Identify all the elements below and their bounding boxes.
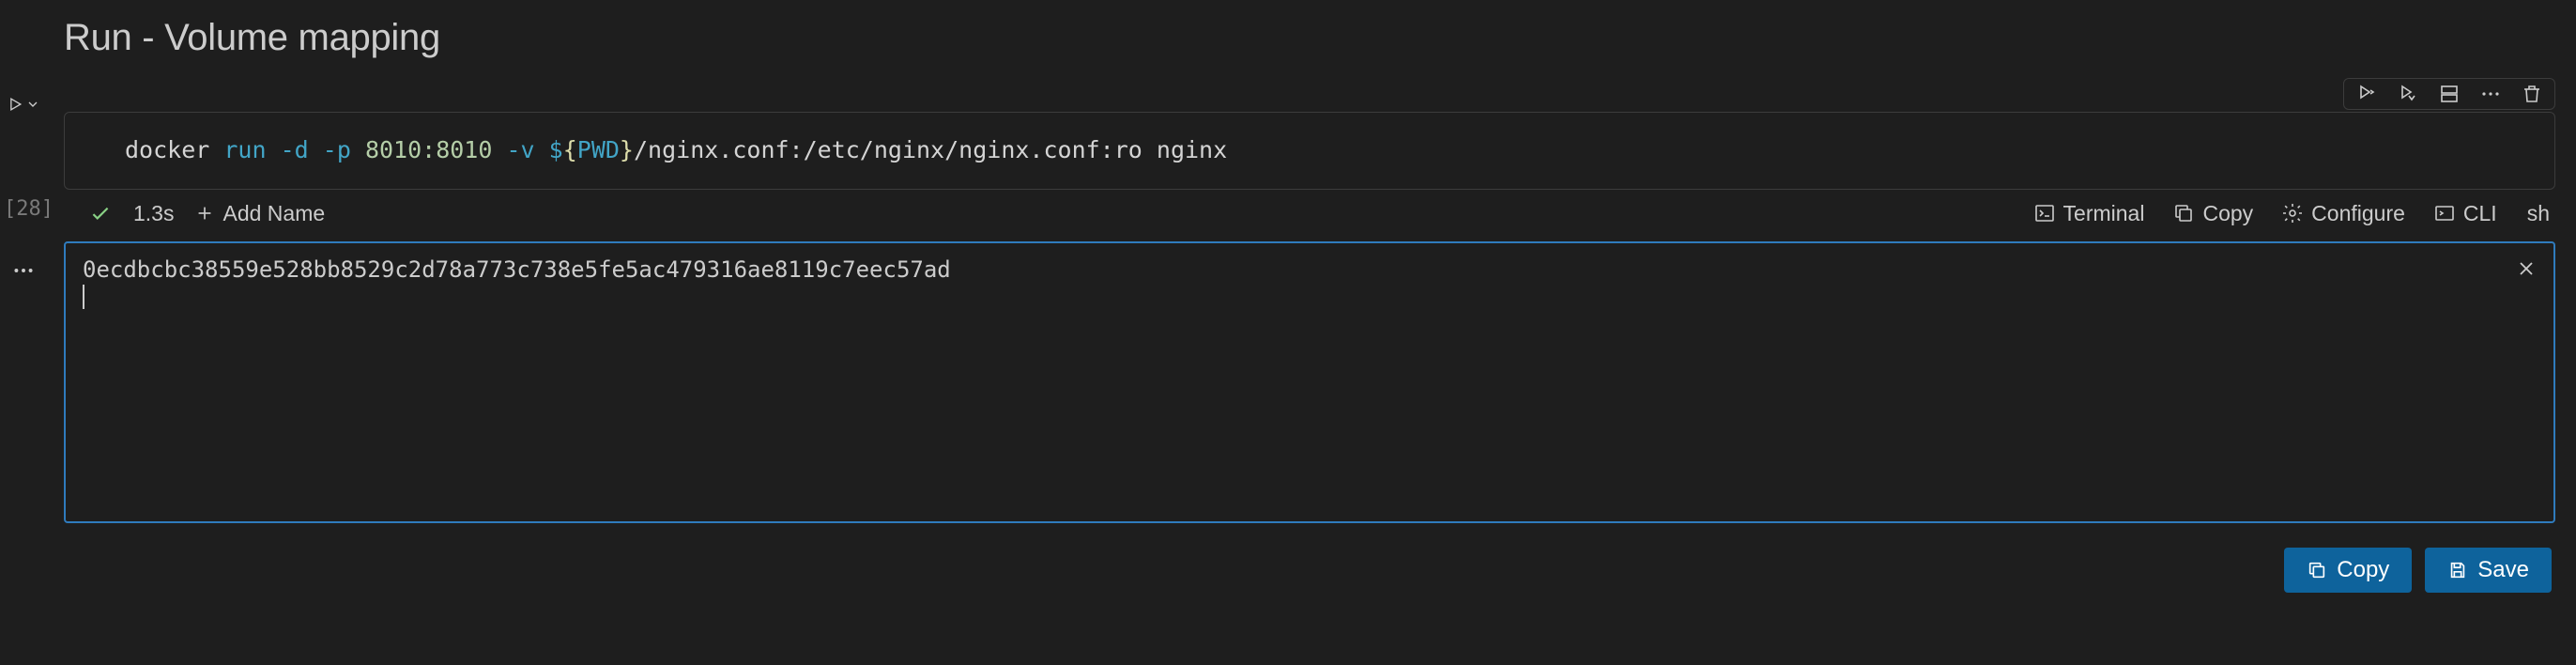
cli-button[interactable]: CLI (2433, 201, 2497, 226)
delete-cell-icon[interactable] (2513, 78, 2551, 110)
copy-button[interactable]: Copy (2172, 201, 2253, 226)
more-actions-icon[interactable] (2472, 78, 2509, 110)
output-text: 0ecdbcbc38559e528bb8529c2d78a773c738e5fe… (83, 256, 2537, 283)
cell-toolbar (64, 78, 2555, 110)
run-cell-icon[interactable] (6, 95, 24, 116)
execution-count: [28] (0, 197, 64, 221)
success-check-icon (88, 201, 113, 225)
close-output-icon[interactable] (2512, 255, 2540, 283)
run-cell-dropdown[interactable] (25, 97, 40, 115)
run-below-icon[interactable] (2389, 78, 2427, 110)
shell-indicator[interactable]: sh (2525, 201, 2550, 226)
output-cell[interactable]: 0ecdbcbc38559e528bb8529c2d78a773c738e5fe… (64, 241, 2555, 523)
code-cell[interactable]: docker run -d -p 8010:8010 -v ${PWD}/ngi… (64, 112, 2555, 190)
footer-actions: Copy Save (64, 523, 2555, 593)
code-line: docker run -d -p 8010:8010 -v ${PWD}/ngi… (125, 135, 2536, 166)
footer-copy-button[interactable]: Copy (2284, 548, 2412, 593)
duration-label: 1.3s (133, 201, 174, 226)
text-cursor (83, 285, 84, 309)
terminal-button[interactable]: Terminal (2033, 201, 2145, 226)
footer-save-button[interactable]: Save (2425, 548, 2552, 593)
page-title: Run - Volume mapping (0, 0, 2576, 78)
run-above-icon[interactable] (2348, 78, 2385, 110)
add-name-button[interactable]: Add Name (194, 201, 325, 226)
split-cell-icon[interactable] (2430, 78, 2468, 110)
status-row: 1.3s Add Name Terminal Copy Configure (64, 190, 2555, 238)
configure-button[interactable]: Configure (2281, 201, 2405, 226)
output-more-icon[interactable] (0, 258, 64, 286)
